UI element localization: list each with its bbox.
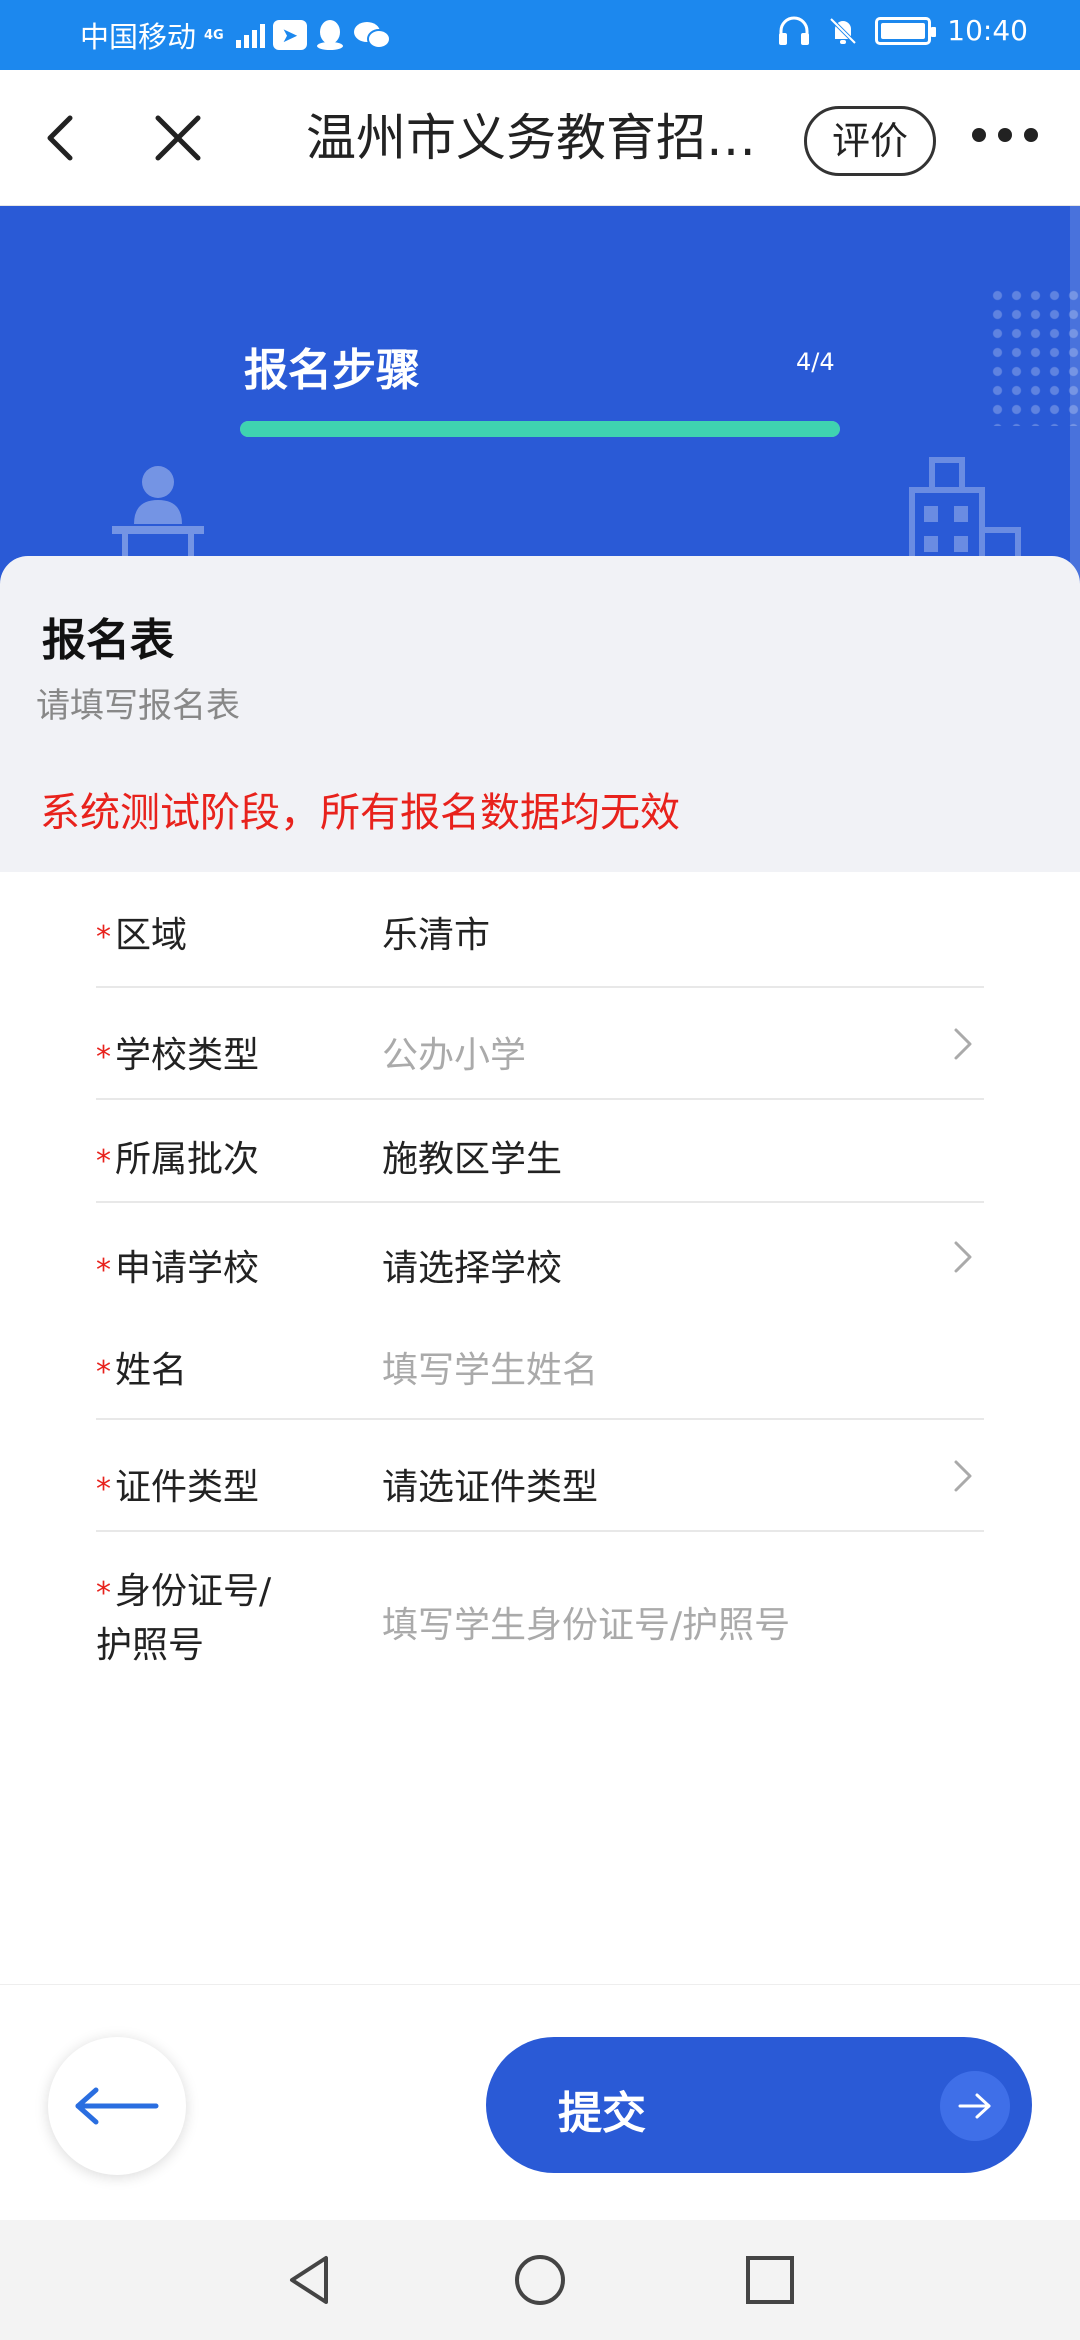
- network-type: 4G: [204, 27, 224, 43]
- progress-fill: [240, 421, 840, 437]
- chevron-right-icon[interactable]: [948, 1237, 978, 1277]
- submit-label: 提交: [558, 2088, 646, 2139]
- field-label: * 申请学校: [96, 1248, 260, 1289]
- page-title: 温州市义务教育招生报名: [306, 109, 776, 167]
- steps-progress-bar: [240, 421, 840, 437]
- previous-step-button[interactable]: [48, 2037, 186, 2175]
- school-select[interactable]: 请选择学校: [382, 1239, 562, 1291]
- battery-icon: [875, 16, 937, 45]
- form-title: 报名表: [42, 615, 174, 666]
- form-subtitle: 请填写报名表: [36, 686, 240, 726]
- status-left: 中国移动 4G ➤: [80, 14, 391, 56]
- form-header: 报名表 请填写报名表 系统测试阶段，所有报名数据均无效: [0, 556, 1080, 872]
- arrow-right-icon: [940, 2071, 1010, 2141]
- chevron-right-icon[interactable]: [948, 1456, 978, 1496]
- form-row-school[interactable]: * 申请学校 请选择学校: [96, 1203, 984, 1311]
- required-mark: *: [96, 1040, 111, 1075]
- region-value: 乐清市: [382, 915, 491, 956]
- required-mark: *: [96, 1253, 111, 1288]
- system-nav-bar: [0, 2220, 1080, 2340]
- chevron-right-icon[interactable]: [948, 1024, 978, 1064]
- clock: 10:40: [947, 14, 1028, 47]
- required-mark: *: [96, 1472, 111, 1507]
- app-notification-icon: ➤: [272, 20, 307, 50]
- close-icon[interactable]: [148, 108, 208, 168]
- more-dots-icon[interactable]: [972, 128, 1038, 142]
- action-bar: 提交: [0, 1984, 1080, 2220]
- nav-bar: 温州市义务教育招生报名 评价: [0, 70, 1080, 206]
- field-label: * 身份证号/护照号: [96, 1571, 272, 1666]
- form-row-name[interactable]: * 姓名 填写学生姓名: [96, 1311, 984, 1420]
- form-row-id-number[interactable]: * 身份证号/护照号 填写学生身份证号/护照号: [96, 1532, 984, 1692]
- steps-banner: 报名步骤 4/4: [0, 206, 1080, 606]
- system-home-icon[interactable]: [510, 2250, 570, 2310]
- status-bar: 中国移动 4G ➤ 10:40: [0, 0, 1080, 70]
- system-recents-icon[interactable]: [740, 2250, 800, 2310]
- id-type-select[interactable]: 请选证件类型: [382, 1458, 598, 1510]
- required-mark: *: [96, 1576, 111, 1611]
- status-right: 10:40: [777, 14, 1028, 47]
- carrier-name: 中国移动: [80, 20, 197, 54]
- school-type-value: 公办小学: [382, 1035, 527, 1076]
- rate-button[interactable]: 评价: [804, 106, 936, 176]
- required-mark: *: [96, 1355, 111, 1390]
- qq-icon: [316, 20, 343, 50]
- steps-title: 报名步骤: [244, 345, 420, 396]
- registration-form: * 区域 乐清市 * 学校类型 公办小学 * 所属批次 施教区学生 * 申请学校 请选择…: [0, 872, 1080, 1984]
- required-mark: *: [96, 920, 111, 955]
- id-number-input[interactable]: 填写学生身份证号/护照号: [382, 1596, 790, 1648]
- form-row-school-type[interactable]: * 学校类型 公办小学: [96, 988, 984, 1100]
- field-label: * 所属批次: [96, 1139, 260, 1180]
- chevron-left-icon[interactable]: [30, 108, 90, 168]
- arrow-left-icon: [75, 2087, 159, 2125]
- submit-button[interactable]: 提交: [486, 2037, 1032, 2173]
- field-label: * 学校类型: [96, 1035, 260, 1076]
- form-row-region[interactable]: * 区域 乐清市: [96, 872, 984, 988]
- scrollbar[interactable]: [1070, 206, 1080, 606]
- signal-icon: [235, 22, 265, 48]
- required-mark: *: [96, 1144, 111, 1179]
- field-label: * 姓名: [96, 1350, 188, 1391]
- form-row-id-type[interactable]: * 证件类型 请选证件类型: [96, 1420, 984, 1532]
- steps-count: 4/4: [796, 348, 835, 376]
- field-label: * 证件类型: [96, 1467, 260, 1508]
- batch-value: 施教区学生: [382, 1139, 563, 1180]
- wechat-icon: [353, 22, 391, 49]
- field-label: * 区域: [96, 915, 188, 956]
- headphones-icon: [779, 16, 810, 45]
- dots-decoration: [988, 286, 1080, 426]
- student-name-input[interactable]: 填写学生姓名: [382, 1341, 598, 1393]
- mute-bell-icon: [829, 17, 857, 44]
- test-warning: 系统测试阶段，所有报名数据均无效: [40, 790, 680, 836]
- form-row-batch[interactable]: * 所属批次 施教区学生: [96, 1100, 984, 1203]
- system-back-icon[interactable]: [280, 2250, 340, 2310]
